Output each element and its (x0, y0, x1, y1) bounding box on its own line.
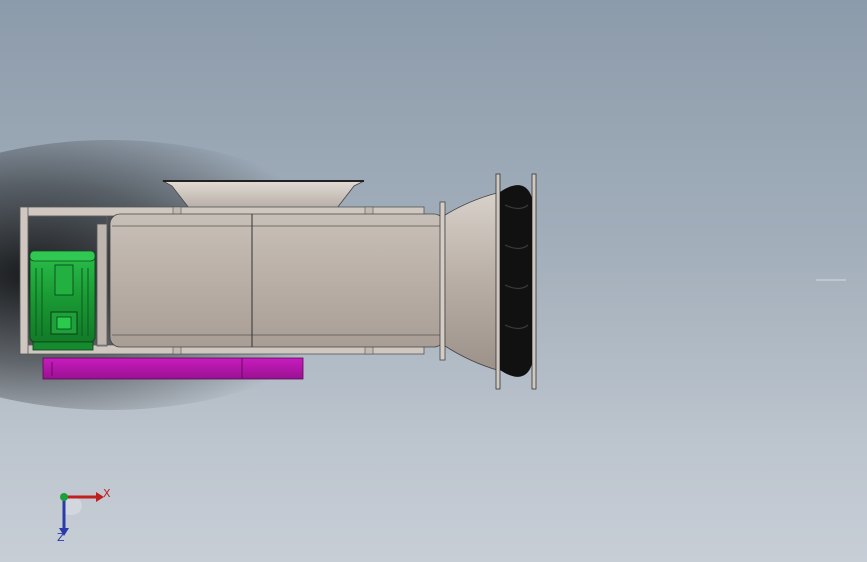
cad-graphics-viewport[interactable]: X Z (0, 0, 867, 562)
electric-motor[interactable] (29, 250, 96, 351)
triad-x-label: X (103, 487, 111, 500)
triad-z-label: Z (57, 531, 65, 544)
cad-model-scene[interactable] (0, 0, 867, 562)
fan-housing[interactable] (109, 201, 446, 361)
outlet-cone[interactable] (444, 192, 498, 371)
base-plate[interactable] (42, 357, 304, 380)
origin-y-axis-icon (60, 493, 68, 501)
v-belt-pulley[interactable] (495, 173, 537, 390)
